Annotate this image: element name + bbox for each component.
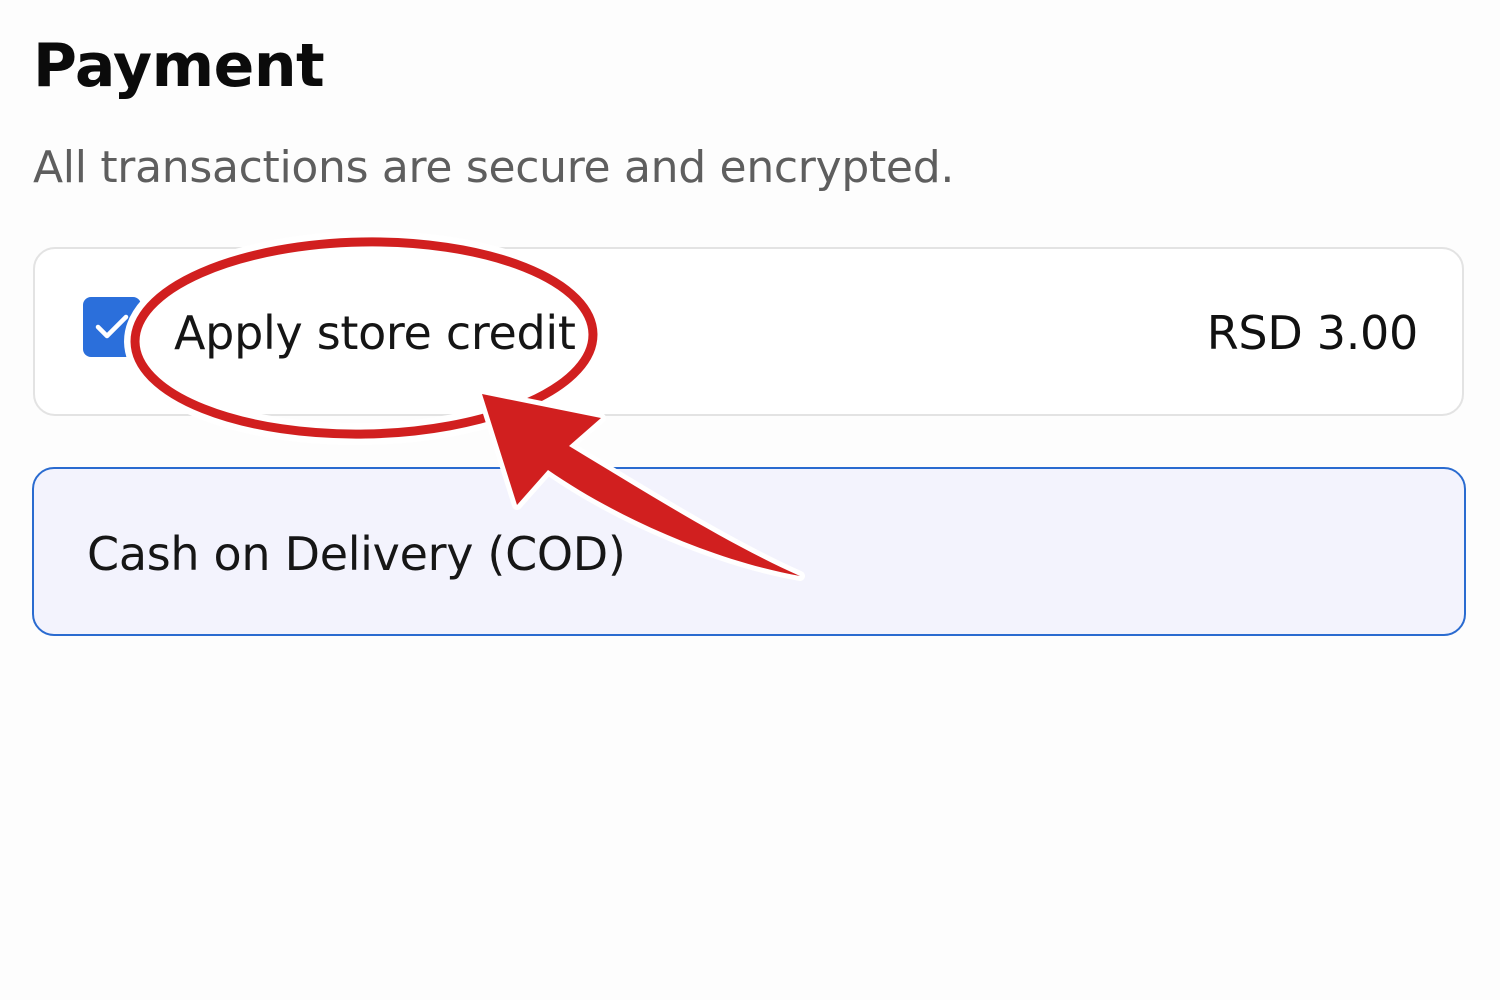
store-credit-label[interactable]: Apply store credit — [174, 304, 576, 362]
check-icon — [95, 314, 129, 339]
store-credit-amount: RSD 3.00 — [1206, 306, 1419, 360]
store-credit-checkbox[interactable] — [83, 297, 141, 357]
page-title: Payment — [33, 31, 325, 101]
cod-label[interactable]: Cash on Delivery (COD) — [87, 525, 626, 583]
security-subtitle: All transactions are secure and encrypte… — [33, 142, 955, 193]
cod-payment-option[interactable]: Cash on Delivery (COD) — [32, 467, 1466, 636]
store-credit-option[interactable]: Apply store credit RSD 3.00 — [33, 247, 1464, 416]
